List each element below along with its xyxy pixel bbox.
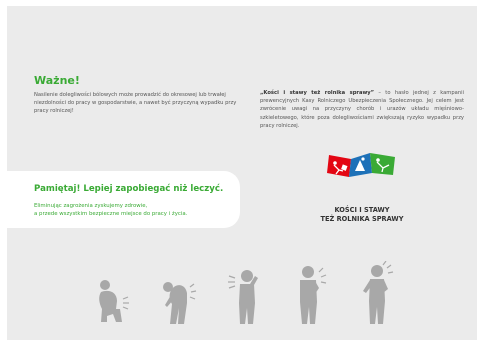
campaign-description: „Kości i stawy też rolnika sprawy” – to … bbox=[260, 89, 464, 130]
reminder-title: Pamiętaj! Lepiej zapobiegać niż leczyć. bbox=[34, 184, 224, 194]
bent-person-back-pain-icon bbox=[163, 282, 197, 324]
kneeling-person-back-pain-icon bbox=[99, 280, 129, 322]
campaign-slogan-line-2: TEŻ ROLNIKA SPRAWY bbox=[320, 215, 404, 223]
reminder-line-2: a przede wszystkim bezpieczne miejsce do… bbox=[34, 211, 188, 217]
person-arm-pain-icon bbox=[363, 261, 394, 324]
reminder-callout: Pamiętaj! Lepiej zapobiegać niż leczyć. … bbox=[7, 171, 240, 228]
reminder-line-1: Eliminując zagrożenia zyskujemy zdrowie, bbox=[34, 203, 148, 209]
campaign-slogan: KOŚCI I STAWY TEŻ ROLNIKA SPRAWY bbox=[307, 206, 417, 224]
logo-red-panel bbox=[327, 155, 351, 177]
important-text: Nasilenie dolegliwości bólowych może pro… bbox=[34, 92, 237, 114]
leaflet-page: Ważne! Nasilenie dolegliwości bólowych m… bbox=[7, 6, 477, 340]
logo-green-panel bbox=[370, 153, 395, 175]
campaign-slogan-line-1: KOŚCI I STAWY bbox=[334, 206, 390, 214]
person-neck-pain-icon bbox=[228, 270, 258, 324]
krus-campaign-logo-icon bbox=[327, 153, 395, 177]
logo-blue-panel bbox=[349, 153, 372, 177]
important-heading: Ważne! bbox=[34, 74, 80, 87]
campaign-quote: „Kości i stawy też rolnika sprawy” bbox=[260, 90, 375, 96]
reminder-text: Eliminując zagrożenia zyskujemy zdrowie,… bbox=[34, 202, 234, 218]
person-shoulder-pain-icon bbox=[300, 266, 327, 324]
